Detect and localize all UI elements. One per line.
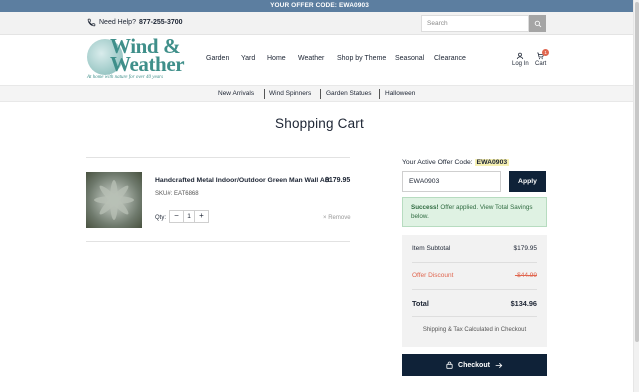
total-row: Total $134.96 bbox=[412, 299, 537, 308]
logo[interactable]: Wind & Weather At home with nature for o… bbox=[86, 36, 194, 83]
subtotal-value: $179.95 bbox=[513, 245, 538, 252]
discount-label: Offer Discount bbox=[412, 272, 454, 279]
order-summary: Item Subtotal $179.95 Offer Discount -$4… bbox=[402, 235, 547, 347]
sub-nav-divider bbox=[320, 89, 321, 99]
promo-bar: YOUR OFFER CODE: EWA0903 bbox=[0, 0, 639, 12]
cart-label: Cart bbox=[535, 61, 547, 67]
quantity-stepper: − 1 + bbox=[169, 210, 209, 223]
cart-link[interactable]: 1 Cart bbox=[535, 49, 550, 67]
sub-nav-garden-statues[interactable]: Garden Statues bbox=[326, 90, 372, 97]
remove-label: Remove bbox=[328, 215, 351, 221]
checkout-label: Checkout bbox=[458, 361, 490, 369]
subtotal-label: Item Subtotal bbox=[412, 245, 451, 252]
coupon-input[interactable] bbox=[402, 171, 501, 192]
lock-icon bbox=[446, 361, 453, 369]
sub-nav-new-arrivals[interactable]: New Arrivals bbox=[218, 90, 254, 97]
search-input[interactable] bbox=[421, 15, 529, 32]
utility-bar: Need Help? 877-255-3700 bbox=[0, 12, 639, 35]
login-label: Log In bbox=[512, 61, 529, 67]
product-sku: SKU#: EAT6868 bbox=[155, 191, 199, 197]
nav-item-home[interactable]: Home bbox=[267, 55, 286, 62]
logo-tagline: At home with nature for over 40 years bbox=[87, 75, 164, 80]
user-icon bbox=[517, 52, 524, 60]
main-header: Wind & Weather At home with nature for o… bbox=[0, 35, 639, 85]
checkout-button[interactable]: Checkout bbox=[402, 354, 547, 376]
offer-label-text: Your Active Offer Code: bbox=[402, 159, 473, 166]
discount-row: Offer Discount -$44.99 bbox=[412, 272, 537, 279]
summary-divider bbox=[412, 289, 537, 290]
sub-nav: New Arrivals Wind Spinners Garden Statue… bbox=[0, 85, 639, 102]
remove-button[interactable]: × Remove bbox=[323, 215, 351, 221]
qty-decrease-button[interactable]: − bbox=[170, 211, 183, 222]
cart-item-list: Handcrafted Metal Indoor/Outdoor Green M… bbox=[86, 157, 351, 242]
sub-nav-halloween[interactable]: Halloween bbox=[385, 90, 415, 97]
discount-value: -$44.99 bbox=[514, 272, 537, 279]
phone-icon bbox=[87, 18, 96, 27]
nav-item-weather[interactable]: Weather bbox=[298, 55, 324, 62]
logo-wordmark: Wind & Weather bbox=[110, 36, 185, 76]
search-button[interactable] bbox=[529, 15, 546, 32]
nav-item-shop-by-theme[interactable]: Shop by Theme bbox=[337, 55, 386, 62]
product-price: $179.95 bbox=[325, 177, 351, 184]
product-image[interactable] bbox=[86, 172, 142, 228]
total-label: Total bbox=[412, 299, 429, 308]
success-strong: Success! bbox=[411, 204, 439, 211]
page-title: Shopping Cart bbox=[275, 116, 364, 131]
help-label: Need Help? bbox=[99, 19, 136, 26]
arrow-right-icon bbox=[495, 362, 503, 368]
apply-button[interactable]: Apply bbox=[509, 171, 546, 192]
success-message: Success! Offer applied. View Total Savin… bbox=[402, 197, 547, 227]
qty-increase-button[interactable]: + bbox=[195, 211, 208, 222]
logo-line-2: Weather bbox=[110, 52, 185, 76]
sub-nav-wind-spinners[interactable]: Wind Spinners bbox=[269, 90, 311, 97]
scrollbar-thumb[interactable] bbox=[635, 2, 639, 342]
nav-item-seasonal[interactable]: Seasonal bbox=[395, 55, 424, 62]
qty-label: Qty: bbox=[155, 215, 167, 221]
summary-divider bbox=[412, 262, 537, 263]
close-icon: × bbox=[323, 215, 327, 221]
sku-label: SKU#: bbox=[155, 191, 173, 197]
shipping-note: Shipping & Tax Calculated in Checkout bbox=[422, 327, 527, 333]
search-icon bbox=[534, 20, 541, 27]
qty-value[interactable]: 1 bbox=[183, 211, 195, 222]
offer-code-label: Your Active Offer Code: EWA0903 bbox=[402, 159, 510, 166]
summary-divider bbox=[412, 316, 537, 317]
active-offer-code: EWA0903 bbox=[474, 159, 510, 166]
nav-item-garden[interactable]: Garden bbox=[206, 55, 229, 62]
subtotal-row: Item Subtotal $179.95 bbox=[412, 245, 537, 252]
nav-item-yard[interactable]: Yard bbox=[241, 55, 255, 62]
total-value: $134.96 bbox=[510, 299, 537, 308]
sub-nav-divider bbox=[379, 89, 380, 99]
product-name[interactable]: Handcrafted Metal Indoor/Outdoor Green M… bbox=[155, 177, 330, 184]
promo-text: YOUR OFFER CODE: EWA0903 bbox=[270, 2, 369, 9]
login-link[interactable]: Log In bbox=[512, 52, 529, 67]
cart-count-badge: 1 bbox=[542, 49, 550, 56]
scrollbar[interactable] bbox=[633, 0, 639, 392]
sku-value: EAT6868 bbox=[174, 191, 199, 197]
sub-nav-divider bbox=[264, 89, 265, 99]
help-contact[interactable]: Need Help? 877-255-3700 bbox=[87, 18, 183, 27]
phone-number[interactable]: 877-255-3700 bbox=[139, 19, 183, 26]
nav-item-clearance[interactable]: Clearance bbox=[434, 55, 466, 62]
